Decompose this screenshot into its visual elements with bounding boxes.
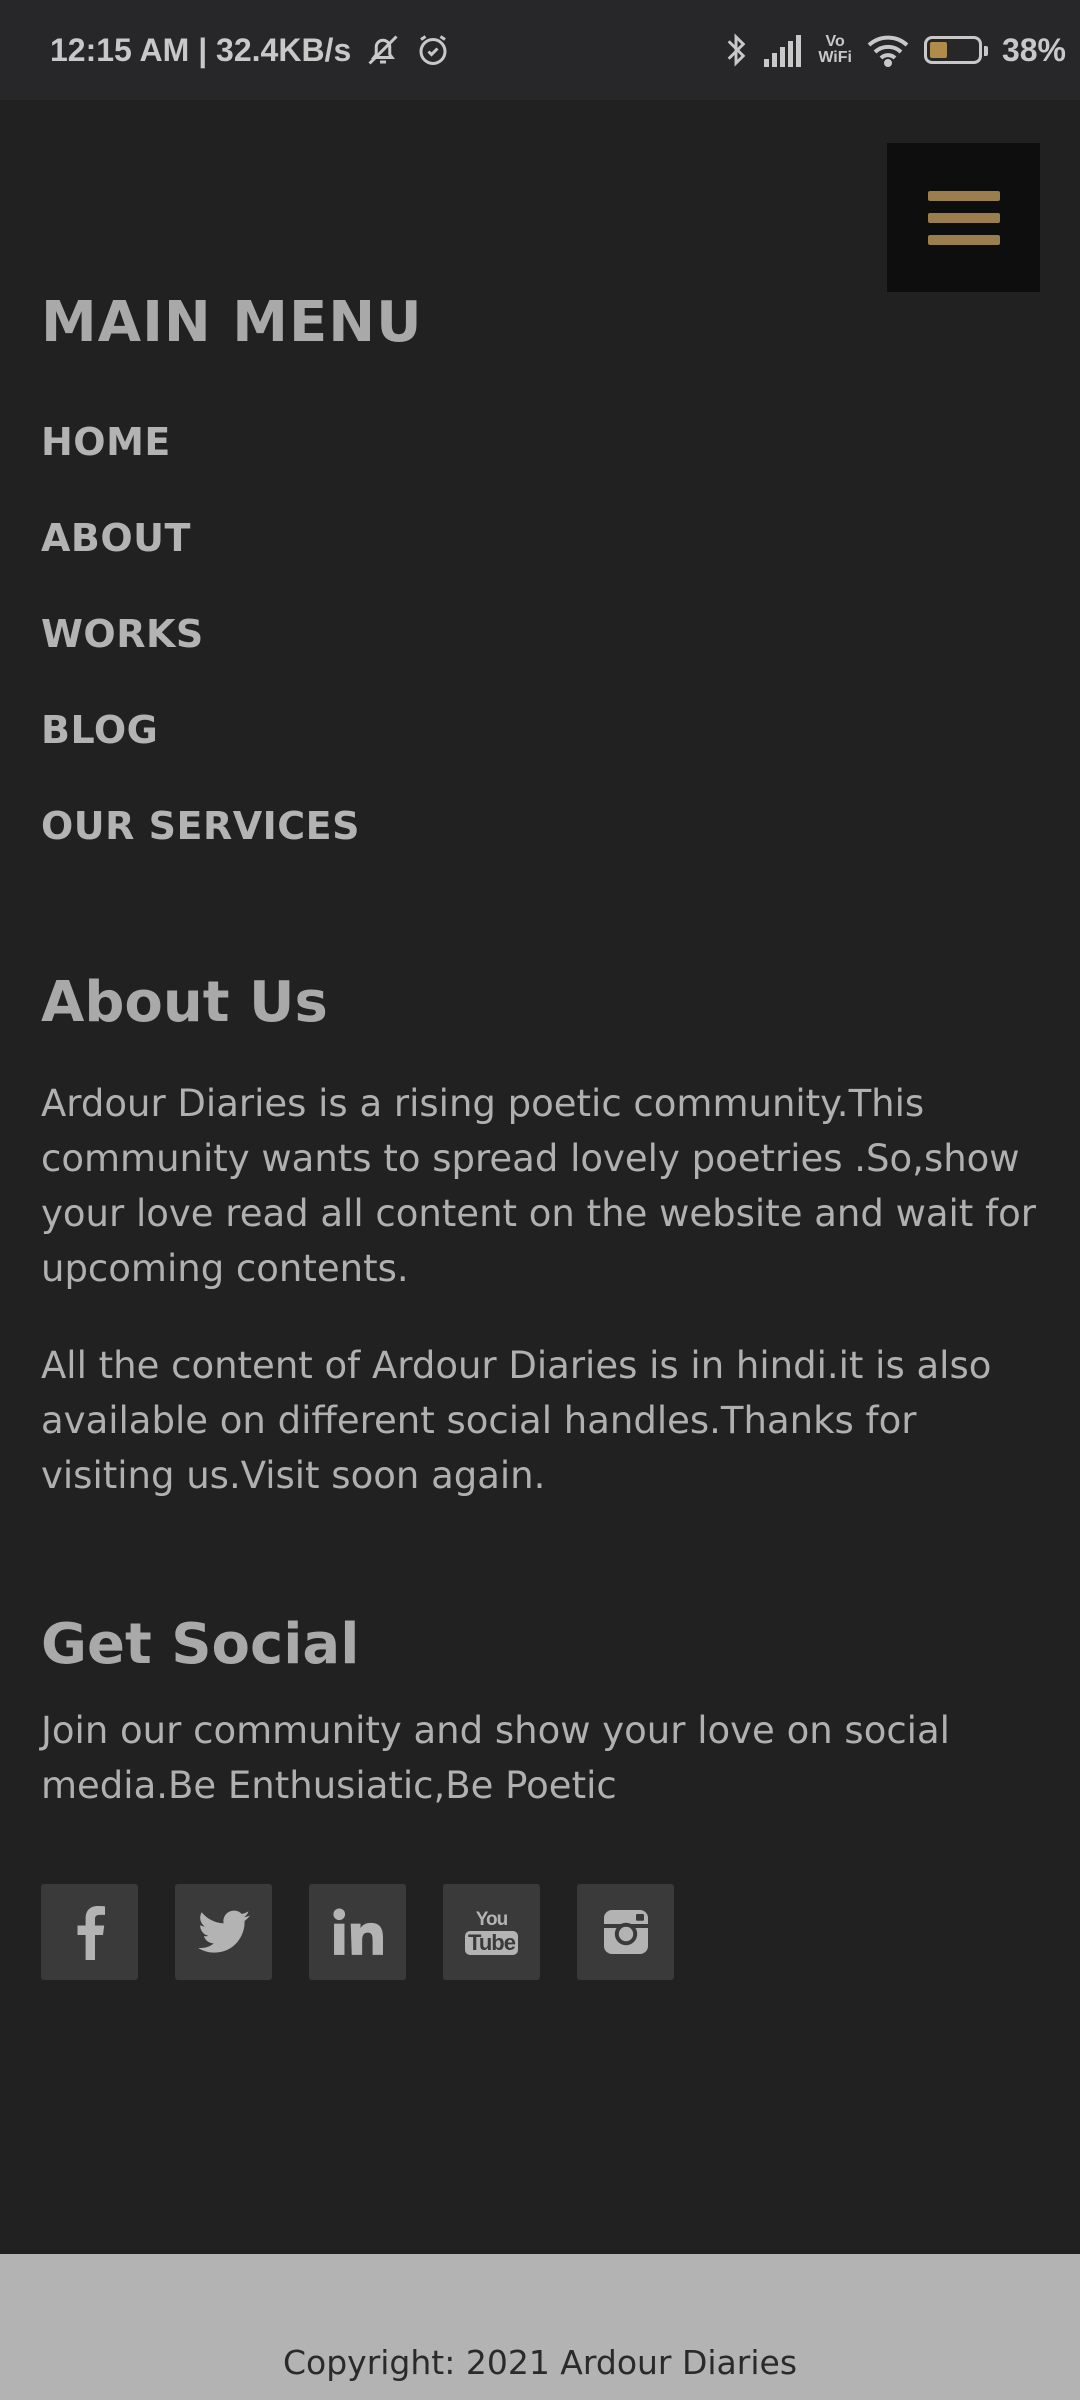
social-buttons: You Tube bbox=[41, 1884, 674, 1980]
get-social-text: Join our community and show your love on… bbox=[41, 1709, 950, 1807]
status-bar-right: Vo WiFi 38% bbox=[724, 31, 1066, 69]
menu-toggle-button[interactable] bbox=[887, 143, 1040, 292]
facebook-button[interactable] bbox=[41, 1884, 138, 1980]
status-bar-left: 12:15 AM | 32.4KB/s bbox=[50, 32, 451, 69]
main-menu-title: MAIN MENU bbox=[41, 290, 423, 355]
about-paragraph: Ardour Diaries is a rising poetic commun… bbox=[41, 1082, 1036, 1290]
hamburger-icon-bar bbox=[927, 234, 1000, 245]
about-title: About Us bbox=[41, 970, 328, 1035]
wifi-icon bbox=[866, 33, 910, 67]
instagram-icon bbox=[603, 1910, 648, 1954]
nav-item-about[interactable]: ABOUT bbox=[41, 516, 360, 612]
alarm-icon bbox=[415, 32, 451, 68]
battery-level-fill bbox=[929, 42, 947, 58]
time-network-speed: 12:15 AM | 32.4KB/s bbox=[50, 31, 352, 68]
nav-item-our-services[interactable]: OUR SERVICES bbox=[41, 804, 360, 900]
battery-percent: 38% bbox=[1001, 31, 1066, 68]
facebook-icon bbox=[77, 1906, 105, 1960]
instagram-button[interactable] bbox=[577, 1884, 674, 1980]
about-paragraph: All the content of Ardour Diaries is in … bbox=[41, 1344, 992, 1497]
vowifi-icon: Vo WiFi bbox=[818, 33, 852, 66]
footer: Copyright: 2021 Ardour Diaries bbox=[0, 2254, 1080, 2400]
muted-bell-icon bbox=[365, 32, 401, 68]
twitter-button[interactable] bbox=[175, 1884, 272, 1980]
get-social-title: Get Social bbox=[41, 1612, 360, 1677]
youtube-button[interactable]: You Tube bbox=[443, 1884, 540, 1980]
linkedin-button[interactable] bbox=[309, 1884, 406, 1980]
twitter-icon bbox=[197, 1910, 250, 1953]
hamburger-icon-bar bbox=[927, 190, 1000, 201]
youtube-icon: You Tube bbox=[465, 1910, 518, 1955]
nav-item-blog[interactable]: BLOG bbox=[41, 708, 360, 804]
signal-icon bbox=[762, 33, 804, 67]
copyright-text: Copyright: 2021 Ardour Diaries bbox=[282, 2342, 798, 2382]
hamburger-icon-bar bbox=[927, 212, 1000, 223]
linkedin-icon bbox=[332, 1908, 383, 1955]
nav-item-home[interactable]: HOME bbox=[41, 420, 360, 516]
status-bar: 12:15 AM | 32.4KB/s Vo WiFi 38% bbox=[0, 0, 1080, 100]
main-menu-list: HOME ABOUT WORKS BLOG OUR SERVICES bbox=[41, 420, 360, 900]
nav-item-works[interactable]: WORKS bbox=[41, 612, 360, 708]
battery-icon bbox=[923, 36, 988, 64]
bluetooth-icon bbox=[724, 31, 748, 69]
